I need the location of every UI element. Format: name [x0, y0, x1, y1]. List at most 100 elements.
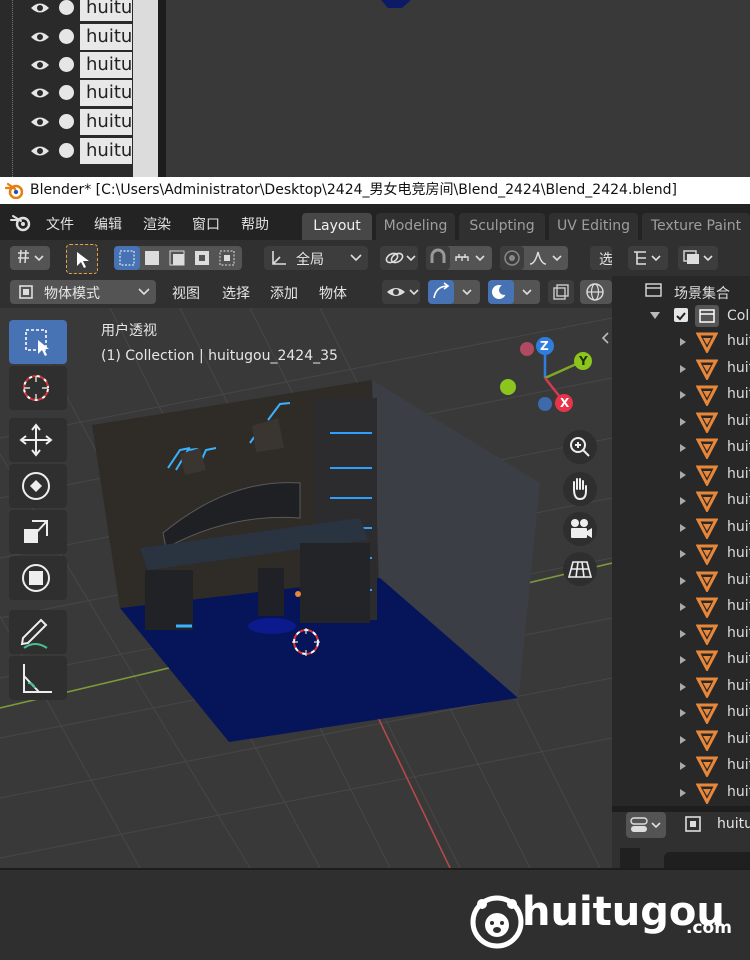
area-divider[interactable]: [158, 0, 166, 177]
camera-disable-icon[interactable]: [59, 85, 74, 100]
proportional-editing-group[interactable]: [500, 246, 568, 270]
perspective-toggle-button[interactable]: [563, 552, 597, 586]
expand-right-icon[interactable]: [680, 735, 686, 744]
outliner-item-row[interactable]: huit: [612, 753, 750, 780]
camera-disable-icon[interactable]: [59, 29, 74, 44]
tool-rotate[interactable]: [9, 464, 67, 508]
menu-file[interactable]: 文件: [46, 214, 74, 234]
outliner-item-row[interactable]: huit: [612, 594, 750, 621]
expand-right-icon[interactable]: [680, 603, 686, 611]
eye-icon[interactable]: [30, 1, 50, 15]
outliner-item-row[interactable]: huit: [612, 568, 750, 595]
selection-mode-group[interactable]: [114, 246, 242, 270]
camera-disable-icon[interactable]: [59, 57, 74, 72]
outliner-item-row[interactable]: huit: [612, 700, 750, 727]
outliner-item-row[interactable]: huit: [612, 329, 750, 356]
outliner-item-row[interactable]: huit: [612, 727, 750, 754]
expand-right-icon[interactable]: [680, 550, 686, 558]
expand-right-icon[interactable]: [680, 338, 686, 346]
object-menu[interactable]: 物体: [319, 283, 347, 303]
outliner-item-row[interactable]: huit: [612, 435, 750, 462]
outliner-item-row[interactable]: huit: [612, 409, 750, 436]
outliner-item-row[interactable]: huit: [612, 780, 750, 807]
outliner-editor-type-dropdown[interactable]: [628, 246, 668, 270]
expand-right-icon[interactable]: [680, 762, 686, 770]
tool-annotate[interactable]: [9, 610, 67, 654]
xray-toggle[interactable]: [548, 280, 574, 304]
tab-uv-editing[interactable]: UV Editing: [549, 213, 638, 240]
menu-render[interactable]: 渲染: [143, 214, 171, 234]
tab-layout[interactable]: Layout: [302, 213, 372, 240]
expand-right-icon[interactable]: [680, 576, 686, 585]
gizmo-toggle-group[interactable]: [428, 280, 480, 304]
mode-dropdown[interactable]: 物体模式: [10, 280, 156, 304]
outliner-item-row[interactable]: huit: [612, 356, 750, 383]
expand-right-icon[interactable]: [680, 523, 686, 532]
properties-tab-strip[interactable]: [620, 848, 640, 868]
editor-type-dropdown[interactable]: [10, 246, 50, 270]
expand-right-icon[interactable]: [680, 417, 686, 426]
transform-orientation-dropdown[interactable]: 全局: [264, 246, 368, 270]
snapping-group[interactable]: [426, 246, 492, 270]
outliner-scrollbar[interactable]: [133, 0, 158, 177]
expand-right-icon[interactable]: [680, 629, 686, 638]
overlay-toggle-group[interactable]: [488, 280, 540, 304]
outliner-collection-row[interactable]: Coll: [612, 304, 750, 331]
tool-select-box[interactable]: [9, 320, 67, 364]
expand-right-icon[interactable]: [680, 788, 686, 797]
tab-modeling[interactable]: Modeling: [376, 213, 455, 240]
expand-right-icon[interactable]: [680, 682, 686, 691]
display-mode-dropdown[interactable]: [678, 246, 718, 270]
menu-window[interactable]: 窗口: [192, 214, 220, 234]
outliner-item-row[interactable]: huit: [612, 382, 750, 409]
zoom-button[interactable]: [563, 430, 597, 464]
outliner-item-row[interactable]: huit: [612, 541, 750, 568]
outliner-item-row[interactable]: huit: [612, 674, 750, 701]
eye-icon[interactable]: [30, 30, 50, 44]
expand-right-icon[interactable]: [680, 444, 686, 452]
expand-right-icon[interactable]: [680, 391, 686, 399]
outliner-item-row[interactable]: huit: [612, 647, 750, 674]
properties-editor-type-dropdown[interactable]: [626, 812, 666, 838]
tool-transform[interactable]: [9, 556, 67, 600]
camera-disable-icon[interactable]: [59, 143, 74, 158]
shading-wireframe-button[interactable]: [580, 280, 612, 304]
outliner-item-row[interactable]: huit: [612, 515, 750, 542]
camera-view-button[interactable]: [563, 512, 597, 546]
chevron-left-icon[interactable]: [601, 332, 611, 344]
expand-right-icon[interactable]: [680, 656, 686, 664]
visibility-dropdown[interactable]: [382, 280, 420, 304]
tool-move[interactable]: [9, 418, 67, 462]
expand-right-icon[interactable]: [680, 497, 686, 505]
camera-disable-icon[interactable]: [59, 0, 74, 15]
tab-texture-paint[interactable]: Texture Paint: [642, 213, 750, 240]
blender-menu-icon[interactable]: [9, 214, 31, 232]
tab-sculpting[interactable]: Sculpting: [459, 213, 545, 240]
overflow-options[interactable]: 选: [590, 246, 613, 270]
menu-edit[interactable]: 编辑: [94, 214, 122, 234]
tool-cursor[interactable]: [9, 366, 67, 410]
outliner-item-row[interactable]: huit: [612, 621, 750, 648]
select-menu[interactable]: 选择: [222, 283, 250, 303]
expand-down-icon[interactable]: [650, 312, 660, 320]
add-menu[interactable]: 添加: [270, 283, 298, 303]
camera-disable-icon[interactable]: [59, 114, 74, 129]
pan-button[interactable]: [563, 472, 597, 506]
outliner-item-row[interactable]: huit: [612, 462, 750, 489]
eye-icon[interactable]: [30, 144, 50, 158]
eye-icon[interactable]: [30, 115, 50, 129]
expand-right-icon[interactable]: [680, 470, 686, 479]
pivot-point-dropdown[interactable]: [380, 246, 418, 270]
properties-field[interactable]: [664, 852, 750, 868]
tool-measure[interactable]: [9, 656, 67, 700]
eye-icon[interactable]: [30, 86, 50, 100]
outliner-item-row[interactable]: huit: [612, 488, 750, 515]
view-menu[interactable]: 视图: [172, 283, 200, 303]
menu-help[interactable]: 帮助: [241, 214, 269, 234]
select-tool-button[interactable]: [66, 244, 98, 274]
checkbox-icon[interactable]: [674, 308, 688, 322]
eye-icon[interactable]: [30, 58, 50, 72]
expand-right-icon[interactable]: [680, 709, 686, 717]
expand-right-icon[interactable]: [680, 364, 686, 373]
tool-scale[interactable]: [9, 510, 67, 554]
